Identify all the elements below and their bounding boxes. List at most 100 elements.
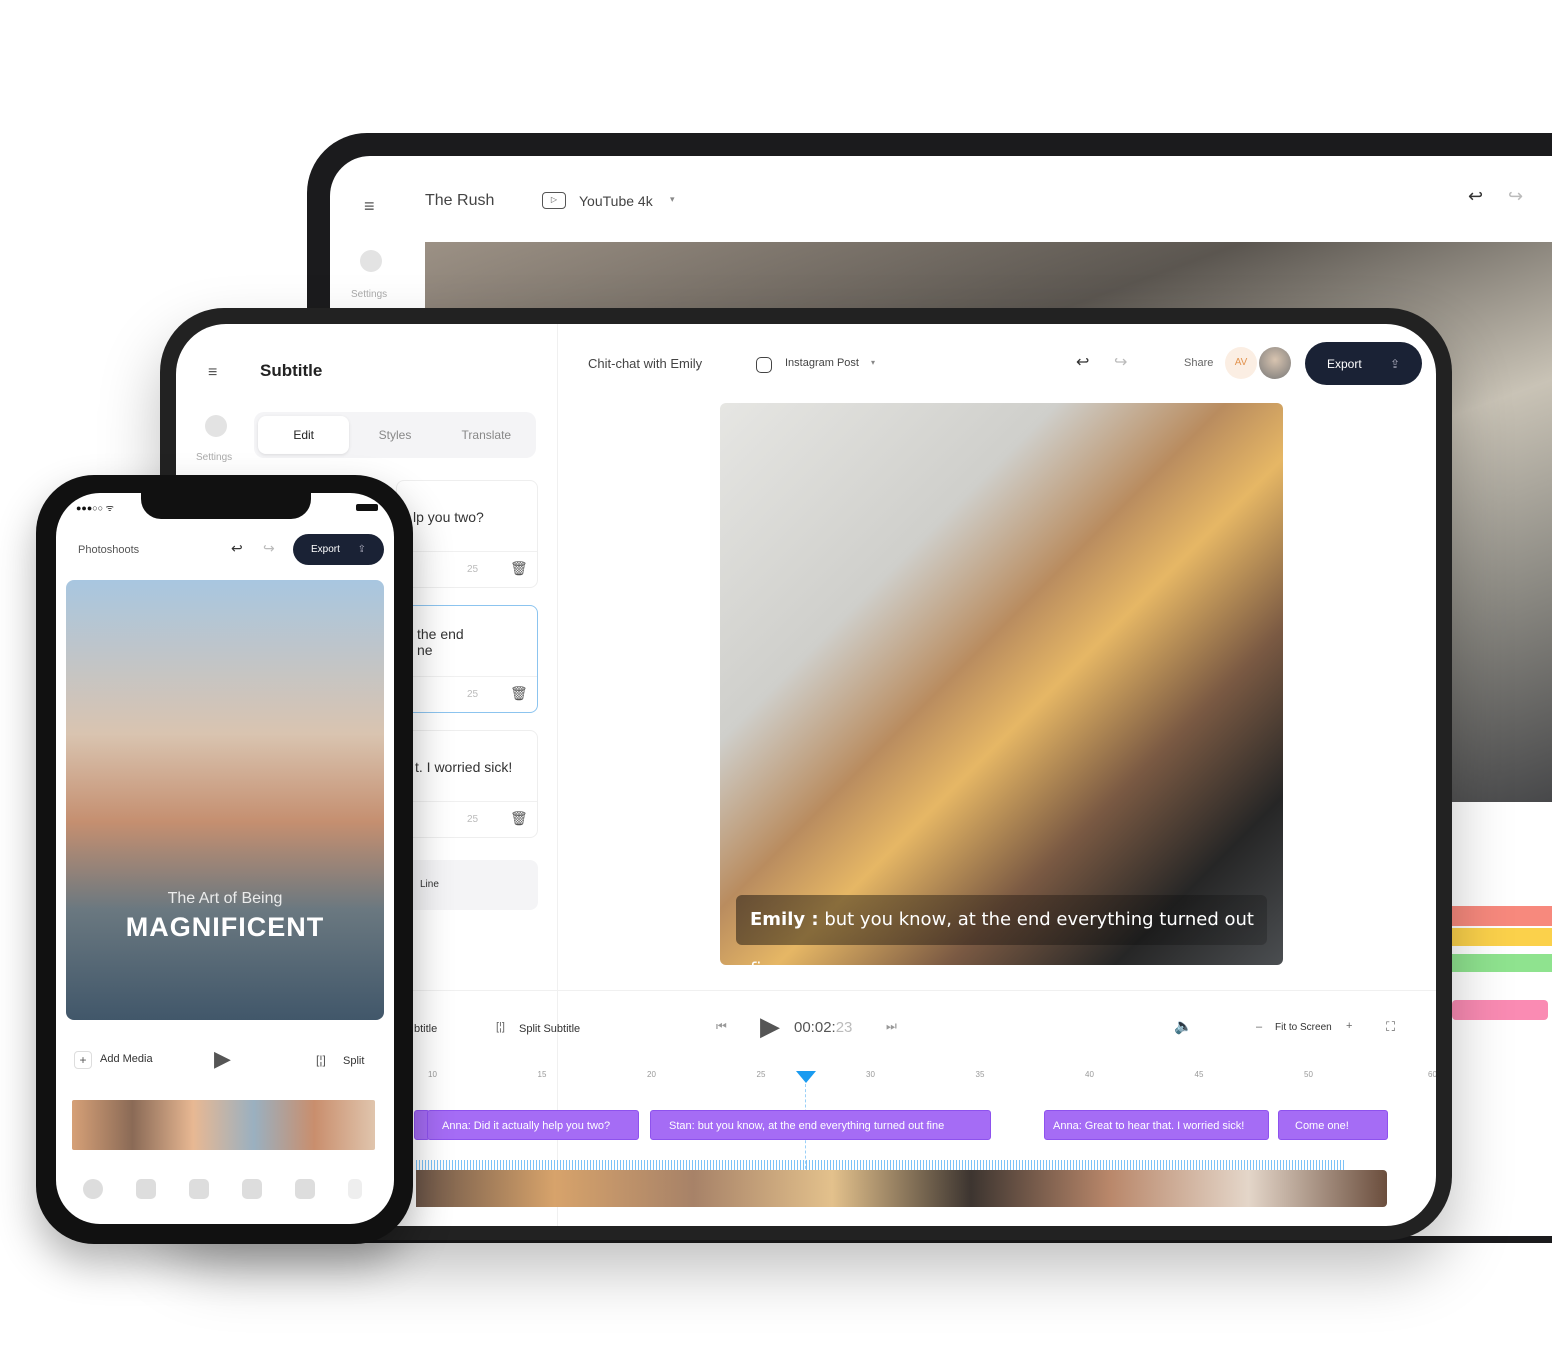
redo-icon[interactable]: ↪ (263, 540, 275, 557)
photo-preview[interactable]: The Art of Being MAGNIFICENT (66, 580, 384, 1020)
project-title: Chit-chat with Emily (588, 356, 703, 371)
format-select[interactable]: YouTube 4k (579, 193, 653, 209)
char-count: 25 (467, 564, 479, 575)
chevron-down-icon: ▾ (871, 358, 876, 367)
fit-to-screen-button[interactable]: Fit to Screen (1275, 1022, 1332, 1033)
ruler-tick-label: 20 (647, 1070, 656, 1079)
export-label: Export (311, 544, 340, 555)
subtitle-card[interactable]: t. I worried sick! 25 🗑 (396, 730, 538, 838)
split-subtitle-button[interactable]: Split Subtitle (519, 1023, 580, 1035)
share-button[interactable]: Share (1184, 357, 1213, 369)
subtitle-segment[interactable]: Come one! (1278, 1110, 1388, 1140)
subtitle-caption: Emily : but you know, at the end everyth… (736, 895, 1267, 965)
undo-icon[interactable]: ↩ (1076, 352, 1089, 372)
settings-icon[interactable] (205, 415, 227, 437)
redo-icon[interactable]: ↪ (1508, 186, 1523, 207)
settings-icon[interactable] (83, 1179, 103, 1199)
timecode-time: 00:02: (794, 1019, 836, 1036)
timecode: 00:02:23 (794, 1019, 852, 1036)
subtitle-text: the end ne (417, 626, 464, 658)
subtitle-text: t. I worried sick! (415, 759, 513, 775)
audio-waveform (416, 1160, 1346, 1170)
subtitle-text: lp you two? (413, 509, 484, 525)
image-icon[interactable] (136, 1179, 156, 1199)
char-count: 25 (467, 689, 479, 700)
tab-translate[interactable]: Translate (441, 416, 532, 454)
zoom-out-icon[interactable]: – (1256, 1021, 1262, 1033)
trash-icon[interactable]: 🗑 (510, 685, 528, 702)
playhead-handle[interactable] (796, 1071, 816, 1083)
phone-notch (141, 493, 311, 519)
subtitle-segment[interactable]: Anna: Great to hear that. I worried sick… (1044, 1110, 1269, 1140)
plus-icon[interactable]: + (74, 1051, 92, 1069)
menu-icon[interactable]: ≡ (208, 364, 217, 382)
track-bar (1452, 906, 1552, 926)
subtitle-card[interactable]: the end ne 25 🗑 (396, 605, 538, 713)
subtitle-segment-selected[interactable]: Stan: but you know, at the end everythin… (650, 1110, 991, 1140)
export-button[interactable]: Export ⇪ (1305, 342, 1422, 385)
project-title: Photoshoots (78, 544, 140, 556)
upload-icon: ⇪ (357, 544, 366, 555)
settings-label: Settings (351, 289, 388, 300)
add-line-button[interactable]: Line (396, 860, 538, 910)
subtitle-icon[interactable] (242, 1179, 262, 1199)
export-button[interactable]: Export ⇪ (293, 534, 384, 565)
export-label: Export (1327, 356, 1362, 371)
sticker-icon[interactable] (295, 1179, 315, 1199)
add-subtitle-button[interactable]: btitle (414, 1023, 437, 1035)
format-select[interactable]: Instagram Post (785, 357, 859, 369)
play-icon[interactable]: ▶ (760, 1011, 780, 1042)
fullscreen-icon[interactable]: ⛶ (1386, 1019, 1395, 1035)
project-title: The Rush (425, 192, 495, 209)
ruler-tick-label: 45 (1194, 1070, 1204, 1079)
add-media-button[interactable]: Add Media (100, 1053, 153, 1065)
trash-icon[interactable]: 🗑 (510, 810, 528, 827)
pen-icon[interactable] (348, 1179, 362, 1199)
timeline-ruler[interactable]: 10 15 20 25 30 35 40 45 50 60 (416, 1068, 1436, 1088)
menu-icon[interactable]: ≡ (364, 196, 375, 217)
ruler-tick-label: 30 (866, 1070, 875, 1079)
split-icon: [¦] (496, 1021, 505, 1033)
undo-icon[interactable]: ↩ (1468, 186, 1483, 207)
media-thumbnail-strip[interactable] (72, 1100, 375, 1150)
settings-icon[interactable] (360, 250, 382, 272)
video-preview[interactable]: Emily : but you know, at the end everyth… (720, 403, 1283, 965)
settings-label: Settings (196, 452, 233, 463)
bottom-toolbar (83, 1179, 394, 1204)
ruler-tick-label: 25 (756, 1070, 766, 1079)
track-bar (1452, 954, 1552, 972)
tab-edit[interactable]: Edit (258, 416, 350, 454)
panel-title: Subtitle (260, 361, 323, 380)
ruler-tick-label: 50 (1304, 1070, 1313, 1079)
subtitle-segment[interactable]: Anna: Did it actually help you two? (427, 1110, 639, 1140)
track-bar (1452, 1000, 1548, 1020)
zoom-in-icon[interactable]: + (1346, 1020, 1352, 1032)
upload-icon: ⇪ (1389, 356, 1400, 371)
play-icon[interactable]: ▶ (214, 1046, 231, 1072)
subtitle-card[interactable]: lp you two? 25 🗑 (396, 480, 538, 588)
phone-screen: ●●●○○ ᯤ Photoshoots ↩ ↪ Export ⇪ The Art … (56, 493, 394, 1224)
ruler-tick-label: 40 (1085, 1070, 1094, 1079)
avatar[interactable] (1259, 347, 1291, 379)
ruler-tick-label: 35 (975, 1070, 985, 1079)
redo-icon[interactable]: ↪ (1114, 352, 1127, 372)
ruler-tick-label: 15 (537, 1070, 547, 1079)
tab-styles[interactable]: Styles (349, 416, 440, 454)
timecode-frames: 23 (835, 1019, 853, 1036)
undo-icon[interactable]: ↩ (231, 540, 243, 557)
skip-back-icon[interactable]: ⏮ (716, 1019, 727, 1034)
battery-icon (356, 504, 378, 511)
split-button[interactable]: Split (343, 1055, 364, 1067)
text-icon[interactable] (189, 1179, 209, 1199)
signal-icon: ●●●○○ ᯤ (76, 503, 114, 513)
video-thumbnail-strip[interactable] (416, 1170, 1387, 1207)
caption-text: but you know, at the end everything turn… (750, 909, 1254, 965)
overlay-subtitle: The Art of Being (167, 890, 283, 907)
volume-icon[interactable]: 🔈 (1174, 1017, 1193, 1035)
instagram-icon (756, 357, 772, 373)
panel-tabs: Edit Styles Translate (254, 412, 536, 458)
skip-forward-icon[interactable]: ⏭ (886, 1019, 897, 1034)
ruler-tick-label: 10 (428, 1070, 437, 1079)
avatar[interactable]: AV (1225, 347, 1257, 379)
trash-icon[interactable]: 🗑 (510, 560, 528, 577)
